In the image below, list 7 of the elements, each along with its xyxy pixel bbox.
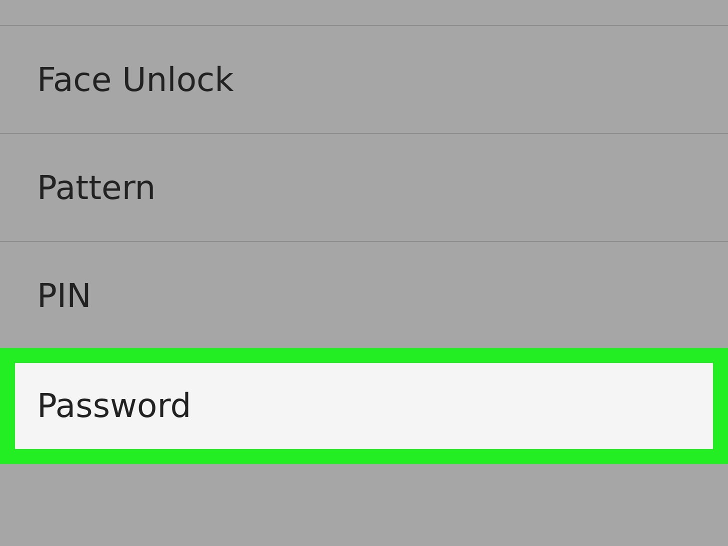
item-label: Password	[37, 385, 192, 428]
item-label: Face Unlock	[37, 58, 234, 101]
list-item[interactable]: Pattern	[0, 133, 728, 241]
list-item[interactable]: Face Unlock	[0, 25, 728, 133]
list-item[interactable]: Password	[15, 363, 713, 449]
item-label: PIN	[37, 274, 92, 317]
item-label: Pattern	[37, 166, 156, 209]
